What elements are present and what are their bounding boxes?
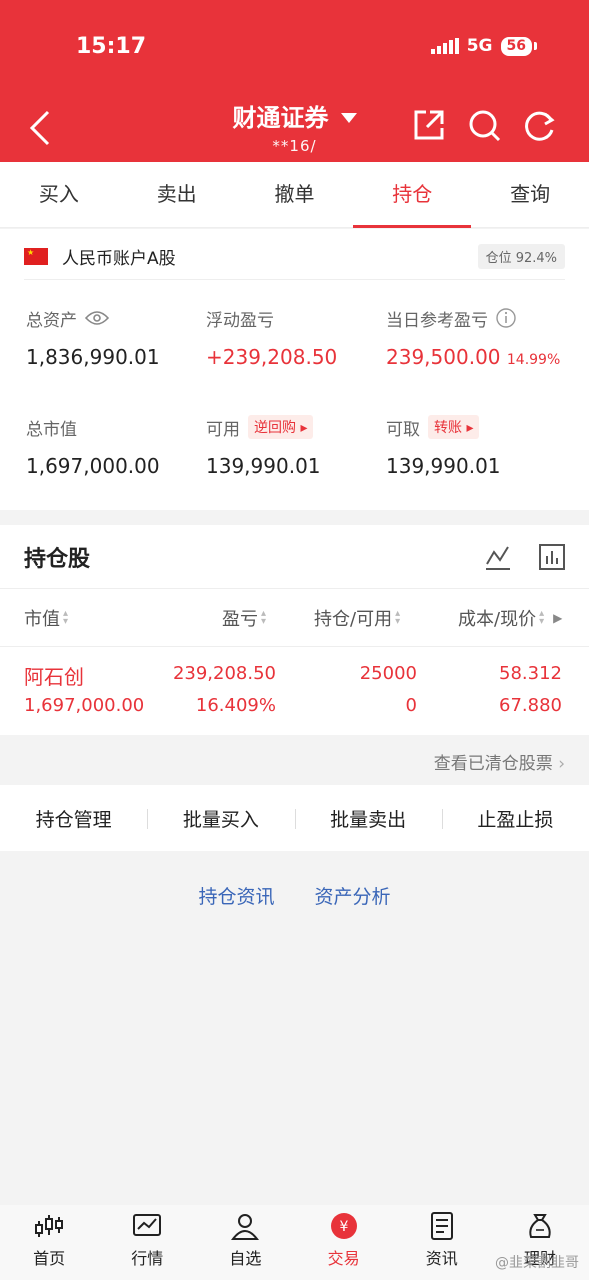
document-icon [430, 1212, 453, 1240]
stock-price: 67.880 [499, 695, 562, 716]
signal-icon [430, 38, 459, 54]
refresh-icon[interactable] [523, 108, 557, 142]
sort-icon: ▴ ▾ [395, 607, 401, 627]
battery-icon: 56 [500, 36, 532, 56]
withdrawable-funds: 可取 转账 ▸ 139,990.01 [386, 414, 501, 478]
nav-market-label: 行情 [131, 1249, 164, 1268]
holdings-column-header: 市值 ▴ ▾ 盈亏 ▴ ▾ 持仓/可用 ▴ ▾ 成本/现价 ▴ ▾ ▶ [0, 589, 589, 647]
floating-pl-value: +239,208.50 [206, 345, 338, 369]
candlestick-icon [35, 1215, 64, 1237]
eye-icon[interactable] [85, 310, 109, 326]
svg-text:¥: ¥ [339, 1219, 348, 1235]
scroll-right-icon: ▶ [553, 610, 563, 625]
nav-news[interactable]: 资讯 [393, 1205, 491, 1280]
daily-pl: 当日参考盈亏 239,500.00 14.99% [386, 305, 560, 369]
line-chart-icon[interactable] [485, 544, 511, 570]
tab-buy[interactable]: 买入 [0, 162, 118, 227]
daily-pl-pct: 14.99% [506, 352, 561, 368]
stock-cost: 58.312 [499, 663, 562, 684]
manage-holdings-button[interactable]: 持仓管理 [0, 805, 147, 832]
info-icon[interactable] [496, 308, 516, 328]
stock-market-value: 1,697,000.00 [24, 695, 145, 716]
money-bag-icon [529, 1214, 551, 1238]
user-icon [231, 1214, 260, 1240]
status-indicators: 5G 56 [430, 36, 537, 56]
chevron-down-icon [340, 112, 357, 123]
holdings-title: 持仓股 [24, 546, 91, 572]
china-flag-icon: ★ [24, 247, 48, 265]
table-row[interactable]: 阿石创 1,697,000.00 239,208.50 16.409% 2500… [0, 647, 589, 727]
stock-name: 阿石创 [24, 665, 84, 689]
trade-tabs: 买入 卖出 撤单 持仓 查询 [0, 162, 589, 228]
market-value-value: 1,697,000.00 [26, 454, 160, 478]
tab-query[interactable]: 查询 [471, 162, 589, 227]
market-value-label: 总市值 [26, 419, 77, 440]
holding-news-link[interactable]: 持仓资讯 [198, 882, 274, 909]
total-assets-value: 1,836,990.01 [26, 345, 160, 369]
info-links: 持仓资讯 资产分析 [0, 882, 589, 909]
stop-profit-loss-button[interactable]: 止盈止损 [441, 805, 589, 832]
status-time: 15:17 [76, 34, 147, 59]
nav-market[interactable]: 行情 [98, 1205, 196, 1280]
search-icon[interactable] [467, 108, 501, 142]
cleared-stocks-link[interactable]: 查看已清仓股票 › [434, 749, 565, 774]
sort-icon: ▴ ▾ [261, 607, 267, 627]
network-label: 5G [466, 36, 493, 56]
sort-icon: ▴ ▾ [63, 607, 69, 627]
asset-analysis-link[interactable]: 资产分析 [315, 882, 391, 909]
nav-trade[interactable]: ¥ 交易 [295, 1205, 393, 1280]
stock-available: 0 [405, 695, 417, 716]
market-value: 总市值 1,697,000.00 [26, 414, 160, 479]
tab-positions[interactable]: 持仓 [353, 162, 471, 228]
floating-pl: 浮动盈亏 +239,208.50 [206, 305, 338, 370]
account-summary: ★ 人民币账户A股 仓位 92.4% 总资产 1,836,990.01 浮动盈亏… [0, 229, 589, 510]
chevron-right-icon: › [558, 754, 565, 774]
chart-icon [133, 1214, 162, 1236]
reverse-repo-button[interactable]: 逆回购 ▸ [248, 415, 314, 439]
tab-cancel[interactable]: 撤单 [236, 162, 354, 227]
batch-sell-button[interactable]: 批量卖出 [294, 805, 442, 832]
holdings-section: 持仓股 市值▴▾ 盈亏▴▾ 持仓/可用▴▾ 成本/现价▴▾ ▶ [0, 525, 589, 735]
bar-chart-icon[interactable] [539, 543, 565, 570]
cleared-stocks-bar: 查看已清仓股票 › [0, 735, 589, 785]
holding-actions: 持仓管理 批量买入 批量卖出 止盈止损 [0, 785, 589, 851]
tab-sell[interactable]: 卖出 [118, 162, 236, 227]
withdrawable-label: 可取 [386, 419, 420, 440]
batch-buy-button[interactable]: 批量买入 [147, 805, 294, 832]
col-pl[interactable]: 盈亏 ▴ ▾ [222, 605, 266, 631]
available-label: 可用 [206, 419, 240, 440]
nav-watchlist-label: 自选 [229, 1249, 262, 1268]
page-title: 财通证券 [232, 104, 329, 132]
app-header: 15:17 5G 56 财通证券 **16/ [0, 0, 589, 162]
stock-pl: 239,208.50 [172, 663, 276, 684]
watermark: @韭菜割韭哥 [495, 1255, 579, 1271]
nav-home-label: 首页 [33, 1249, 66, 1268]
nav-news-label: 资讯 [425, 1249, 458, 1268]
stock-pl-pct: 16.409% [195, 695, 276, 716]
transfer-button[interactable]: 转账 ▸ [428, 415, 480, 439]
col-cost-price[interactable]: 成本/现价 ▴ ▾ ▶ [458, 605, 562, 631]
sort-icon: ▴ ▾ [539, 607, 545, 627]
stock-holding: 25000 [359, 663, 417, 684]
col-holding[interactable]: 持仓/可用 ▴ ▾ [314, 605, 400, 631]
account-type: 人民币账户A股 [62, 248, 176, 269]
floating-pl-label: 浮动盈亏 [206, 310, 274, 331]
share-icon[interactable] [412, 108, 446, 142]
nav-home[interactable]: 首页 [0, 1205, 98, 1280]
withdrawable-value: 139,990.01 [386, 454, 501, 478]
total-assets-label: 总资产 [26, 310, 77, 331]
daily-pl-label: 当日参考盈亏 [386, 310, 488, 331]
position-badge: 仓位 92.4% [477, 243, 565, 269]
daily-pl-value: 239,500.00 [386, 345, 501, 369]
col-market-value[interactable]: 市值 ▴ ▾ [24, 605, 68, 631]
nav-trade-label: 交易 [327, 1249, 360, 1268]
available-funds: 可用 逆回购 ▸ 139,990.01 [206, 414, 321, 478]
nav-watchlist[interactable]: 自选 [196, 1205, 294, 1280]
total-assets: 总资产 1,836,990.01 [26, 305, 160, 370]
available-value: 139,990.01 [206, 454, 321, 478]
yuan-icon: ¥ [330, 1213, 357, 1239]
